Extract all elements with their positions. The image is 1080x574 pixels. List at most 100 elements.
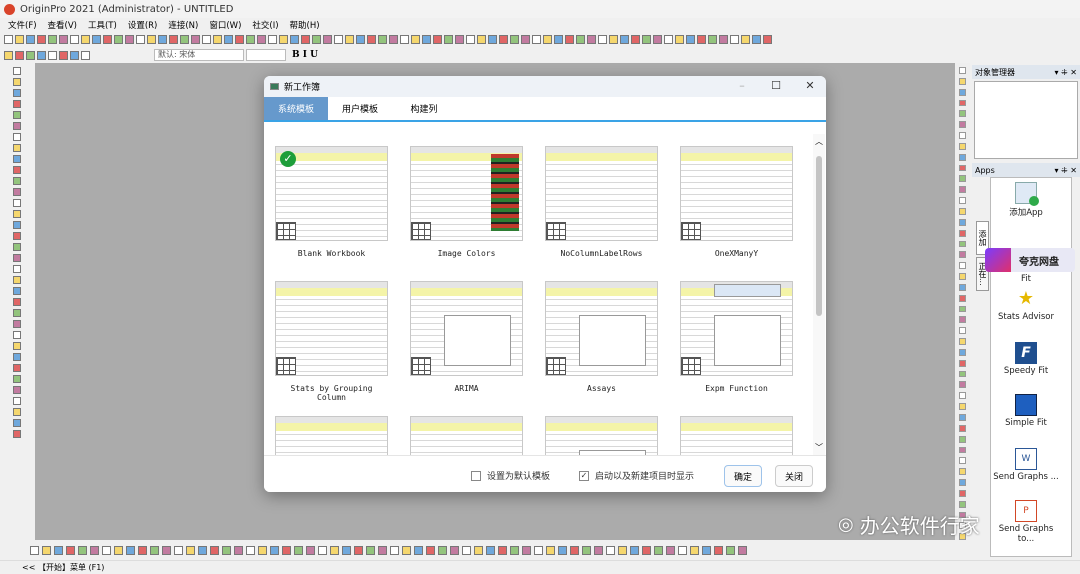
toolbar-icon[interactable] [587,34,596,44]
toolbar-icon[interactable] [630,546,639,555]
toolbar-icon[interactable] [26,50,35,60]
template-item[interactable] [410,416,523,455]
toolbar-icon[interactable] [477,34,486,44]
toolbar-icon[interactable] [959,294,966,302]
toolbar-icon[interactable] [257,34,266,44]
toolbar-icon[interactable] [246,546,255,555]
toolbar-icon[interactable] [741,34,750,44]
toolbar-icon[interactable] [12,353,21,361]
toolbar-icon[interactable] [12,100,21,108]
toolbar-icon[interactable] [70,50,79,60]
toolbar-icon[interactable] [959,381,966,389]
toolbar-icon[interactable] [103,34,112,44]
font-combo[interactable]: 默认: 宋体 [154,49,244,61]
toolbar-icon[interactable] [959,327,966,335]
toolbar-icon[interactable] [12,166,21,174]
toolbar-icon[interactable] [426,546,435,555]
maximize-button[interactable]: ☐ [766,79,786,92]
toolbar-icon[interactable] [414,546,423,555]
toolbar-icon[interactable] [402,546,411,555]
close-button[interactable]: ✕ [800,79,820,92]
toolbar-icon[interactable] [609,34,618,44]
toolbar-icon[interactable] [92,34,101,44]
toolbar-icon[interactable] [126,546,135,555]
toolbar-icon[interactable] [959,479,966,486]
toolbar-icon[interactable] [558,546,567,555]
toolbar-icon[interactable] [186,546,195,555]
toolbar-icon[interactable] [455,34,464,44]
toolbar-icon[interactable] [312,34,321,44]
toolbar-icon[interactable] [390,546,399,555]
toolbar-icon[interactable] [959,207,966,215]
toolbar-icon[interactable] [12,210,21,218]
toolbar-icon[interactable] [959,457,966,465]
toolbar-icon[interactable] [466,34,475,44]
toolbar-icon[interactable] [959,489,966,497]
font-size-combo[interactable] [246,49,286,61]
toolbar-icon[interactable] [522,546,531,555]
toolbar-icon[interactable] [763,34,772,44]
toolbar-icon[interactable] [726,546,735,555]
tab-user-templates[interactable]: 用户模板 [328,97,392,120]
toolbar-icon[interactable] [12,133,21,141]
toolbar-icon[interactable] [125,34,134,44]
toolbar-icon[interactable] [12,221,21,229]
checkbox-box[interactable]: ✓ [579,470,589,481]
toolbar-icon[interactable] [959,164,966,172]
toolbar-icon[interactable] [367,34,376,44]
toolbar-icon[interactable] [12,309,21,317]
toolbar-icon[interactable] [15,34,24,44]
toolbar-icon[interactable] [356,34,365,44]
toolbar-icon[interactable] [12,287,21,295]
toolbar-icon[interactable] [474,546,483,555]
checkbox-box[interactable] [471,470,481,481]
toolbar-icon[interactable] [959,392,966,400]
toolbar-icon[interactable] [675,34,684,44]
toolbar-icon[interactable] [959,67,966,74]
app-simple-fit[interactable]: Simple Fit [991,394,1061,428]
toolbar-icon[interactable] [42,546,51,555]
toolbar-icon[interactable] [191,34,200,44]
toolbar-icon[interactable] [342,546,351,555]
template-item[interactable]: OneXManyY [680,146,793,258]
toolbar-icon[interactable] [12,276,21,284]
show-on-startup-checkbox[interactable]: ✓ 启动以及新建项目时显示 [579,469,694,482]
toolbar-icon[interactable] [4,50,13,60]
menu-tools[interactable]: 工具(T) [88,19,117,31]
toolbar-icon[interactable] [702,546,711,555]
toolbar-icon[interactable] [158,34,167,44]
app-send-graphs-ppt[interactable]: P Send Graphs to... [991,500,1061,544]
toolbar-icon[interactable] [594,546,603,555]
toolbar-icon[interactable] [12,375,21,383]
toolbar-icon[interactable] [450,546,459,555]
toolbar-icon[interactable] [642,546,651,555]
toolbar-icon[interactable] [598,34,607,44]
toolbar-icon[interactable] [618,546,627,555]
toolbar-icon[interactable] [510,546,519,555]
toolbar-icon[interactable] [959,359,966,367]
default-template-checkbox[interactable]: 设置为默认模板 [471,469,550,482]
toolbar-icon[interactable] [959,414,966,421]
toolbar-icon[interactable] [138,546,147,555]
toolbar-icon[interactable] [136,34,145,44]
toolbar-icon[interactable] [959,153,966,161]
toolbar-icon[interactable] [959,251,966,259]
toolbar-icon[interactable] [12,111,21,119]
toolbar-icon[interactable] [48,50,57,60]
toolbar-icon[interactable] [959,273,966,280]
toolbar-icon[interactable] [169,34,178,44]
toolbar-icon[interactable] [959,88,966,96]
toolbar-icon[interactable] [959,348,966,356]
toolbar-icon[interactable] [12,386,21,394]
toolbar-icon[interactable] [959,142,966,150]
toolbar-icon[interactable] [582,546,591,555]
toolbar-icon[interactable] [959,240,966,248]
app-speedy-fit[interactable]: F Speedy Fit [991,342,1061,376]
toolbar-icon[interactable] [959,403,966,410]
toolbar-icon[interactable] [59,50,68,60]
toolbar-icon[interactable] [714,546,723,555]
toolbar-icon[interactable] [752,34,761,44]
toolbar-icon[interactable] [180,34,189,44]
toolbar-icon[interactable] [730,34,739,44]
toolbar-icon[interactable] [570,546,579,555]
